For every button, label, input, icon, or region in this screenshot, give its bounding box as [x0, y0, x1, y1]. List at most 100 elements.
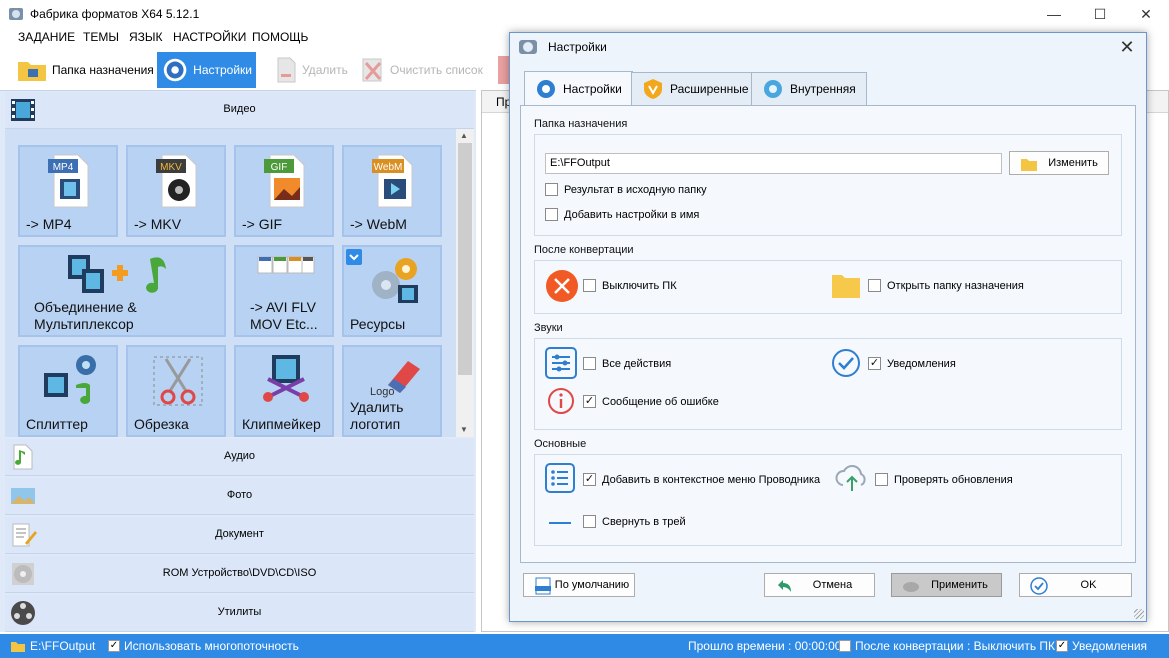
section-after-title: После конвертации [534, 244, 634, 256]
chk-check-updates-box[interactable] [875, 473, 888, 486]
tile-mkv[interactable]: MKV -> MKV [126, 145, 226, 237]
dest-folder-label: Папка назначения [52, 63, 154, 77]
section-dest-title: Папка назначения [534, 118, 628, 130]
tile-join-mux[interactable]: Объединение & Мультиплексор [18, 245, 226, 337]
dialog-close-button[interactable]: ✕ [1116, 36, 1138, 58]
status-notifications-check[interactable]: ✓ [1056, 640, 1068, 652]
default-button[interactable]: По умолчанию [523, 573, 635, 597]
chk-add-settings-label: Добавить настройки в имя [564, 208, 700, 221]
list-icon [545, 463, 575, 493]
tile-avi-flv-mov-label: -> AVI FLV MOV Etc... [250, 299, 318, 332]
multithread-check[interactable]: ✓ [108, 640, 120, 652]
tile-splitter[interactable]: Сплиттер [18, 345, 118, 437]
chk-result-source[interactable]: Результат в исходную папку [545, 183, 707, 196]
tile-remove-logo[interactable]: Logo Удалить логотип [342, 345, 442, 437]
resize-grip[interactable] [1134, 609, 1144, 619]
tab-settings[interactable]: Настройки [524, 71, 633, 106]
chk-shutdown[interactable]: Выключить ПК [583, 279, 677, 292]
tile-resources[interactable]: Ресурсы [342, 245, 442, 337]
chk-context-menu[interactable]: ✓ Добавить в контекстное меню Проводника [583, 473, 820, 486]
cancel-button[interactable]: Отмена [764, 573, 875, 597]
tile-clipmaker[interactable]: Клипмейкер [234, 345, 334, 437]
tile-clipmaker-label: Клипмейкер [242, 416, 321, 432]
minimize-button[interactable]: — [1031, 0, 1077, 28]
tools-scrollbar[interactable]: ▲ ▼ [456, 129, 474, 437]
clear-list-icon [362, 58, 382, 82]
scroll-up-icon[interactable]: ▲ [460, 131, 468, 140]
chk-notifications-box[interactable]: ✓ [868, 357, 881, 370]
ok-button[interactable]: OK [1019, 573, 1132, 597]
menu-themes[interactable]: ТЕМЫ [83, 30, 119, 44]
chk-all-actions[interactable]: Все действия [583, 357, 671, 370]
after-conversion-check[interactable] [839, 640, 851, 652]
app-icon [519, 40, 537, 54]
after-conversion-label: После конвертации : Выключить ПК [855, 639, 1056, 653]
dest-folder-button[interactable]: Папка назначения [12, 52, 158, 88]
chk-result-source-box[interactable] [545, 183, 558, 196]
apply-button[interactable]: Применить [891, 573, 1002, 597]
chk-shutdown-label: Выключить ПК [602, 279, 677, 292]
tile-crop[interactable]: Обрезка [126, 345, 226, 437]
category-video[interactable]: Видео [5, 92, 474, 129]
tab-advanced[interactable]: Расширенные [631, 72, 760, 105]
chk-minimize-tray[interactable]: Свернуть в трей [583, 515, 686, 528]
elapsed-time-text: Прошло времени : 00:00:00 [688, 639, 842, 653]
chk-check-updates[interactable]: Проверять обновления [875, 473, 1013, 486]
elapsed-time: Прошло времени : 00:00:00 [688, 639, 841, 653]
resources-gears-icon [372, 258, 418, 303]
tab-internal[interactable]: Внутренняя [751, 72, 867, 105]
tile-mp4[interactable]: MP4 -> MP4 [18, 145, 118, 237]
tile-webm[interactable]: WebM -> WebM [342, 145, 442, 237]
folder-icon [18, 62, 46, 81]
chk-error-message[interactable]: ✓ Сообщение об ошибке [583, 395, 719, 408]
after-conversion-checkbox[interactable]: После конвертации : Выключить ПК [839, 639, 1055, 653]
settings-button[interactable]: Настройки [157, 52, 256, 88]
chk-shutdown-box[interactable] [583, 279, 596, 292]
category-rom[interactable]: ROM Устройство\DVD\CD\ISO [5, 556, 474, 593]
webm-file-icon: WebM [372, 154, 413, 208]
delete-button[interactable]: Удалить [270, 52, 352, 88]
category-photo[interactable]: Фото [5, 478, 474, 515]
chk-all-actions-box[interactable] [583, 357, 596, 370]
chk-all-actions-label: Все действия [602, 357, 672, 370]
scroll-down-icon[interactable]: ▼ [460, 425, 468, 434]
tile-gif[interactable]: GIF -> GIF [234, 145, 334, 237]
menu-help[interactable]: ПОМОЩЬ [252, 30, 308, 44]
chk-add-settings-box[interactable] [545, 208, 558, 221]
chk-open-folder[interactable]: Открыть папку назначения [868, 279, 1024, 292]
category-utilities[interactable]: Утилиты [5, 595, 474, 632]
chk-minimize-tray-box[interactable] [583, 515, 596, 528]
change-folder-button[interactable]: Изменить [1009, 151, 1109, 175]
category-audio[interactable]: Аудио [5, 439, 474, 476]
menu-language[interactable]: ЯЗЫК [129, 30, 163, 44]
category-document[interactable]: Документ [5, 517, 474, 554]
maximize-button[interactable]: ☐ [1077, 0, 1123, 28]
clear-list-button[interactable]: Очистить список [356, 52, 487, 88]
menu-settings[interactable]: НАСТРОЙКИ [173, 30, 246, 44]
category-audio-label: Аудио [223, 450, 256, 462]
chevron-down-icon[interactable] [346, 249, 362, 265]
status-output-path[interactable]: E:\FFOutput [10, 639, 95, 653]
chk-error-message-box[interactable]: ✓ [583, 395, 596, 408]
tile-splitter-label: Сплиттер [26, 416, 88, 432]
chk-context-menu-label: Добавить в контекстное меню Проводника [602, 473, 821, 486]
chk-notifications[interactable]: ✓ Уведомления [868, 357, 956, 370]
status-notifications-checkbox[interactable]: ✓ Уведомления [1056, 639, 1147, 653]
chk-add-settings[interactable]: Добавить настройки в имя [545, 208, 699, 221]
clipmaker-icon [263, 355, 309, 402]
shutdown-x-icon [546, 270, 578, 302]
tile-crop-label: Обрезка [134, 416, 189, 432]
chk-open-folder-box[interactable] [868, 279, 881, 292]
chk-open-folder-label: Открыть папку назначения [887, 279, 1024, 292]
mp4-file-icon: MP4 [48, 154, 89, 208]
scroll-thumb[interactable] [458, 143, 472, 375]
close-window-button[interactable]: ✕ [1123, 0, 1169, 28]
multithread-checkbox[interactable]: ✓ Использовать многопоточность [108, 639, 299, 653]
tile-mkv-label: -> MKV [134, 216, 182, 232]
tile-avi-flv-mov[interactable]: -> AVI FLV MOV Etc... [234, 245, 334, 337]
category-video-label: Видео [223, 103, 256, 115]
cancel-button-label: Отмена [812, 579, 853, 591]
menu-task[interactable]: ЗАДАНИЕ [18, 30, 75, 44]
chk-context-menu-box[interactable]: ✓ [583, 473, 596, 486]
dest-path-input[interactable]: E:\FFOutput [545, 153, 1002, 174]
